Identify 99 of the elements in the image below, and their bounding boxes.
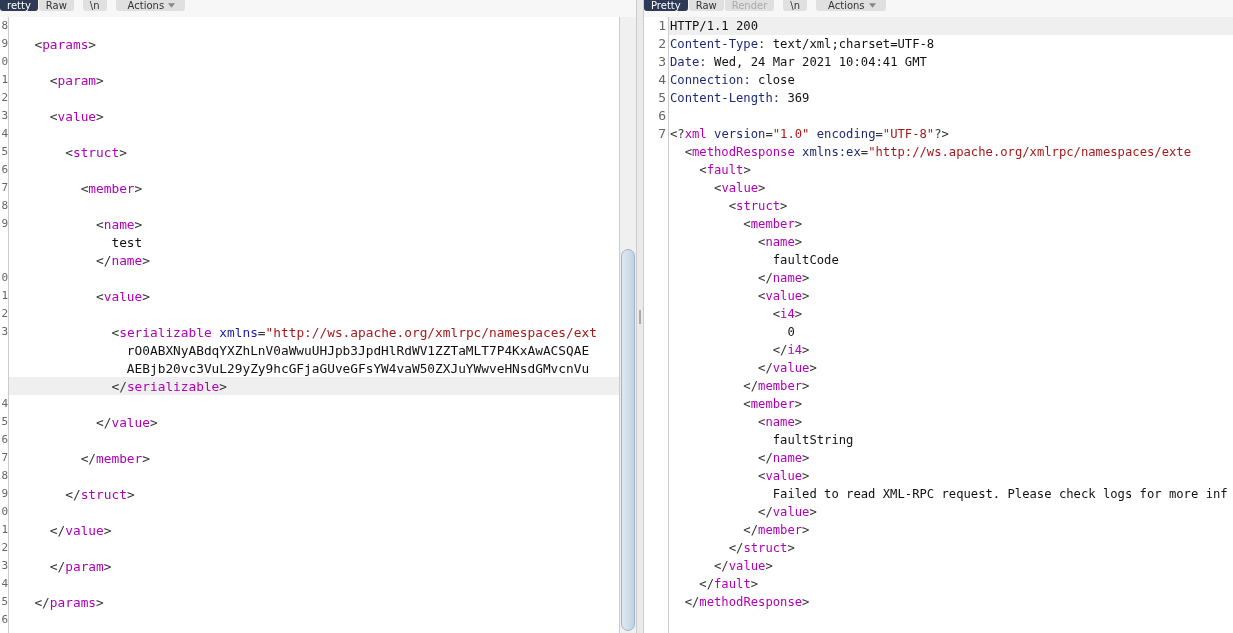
line-number: 8 bbox=[1, 199, 8, 213]
line-number: 5 bbox=[658, 91, 667, 105]
code-line: <params> bbox=[33, 36, 97, 52]
code-line: AEBjb20vc3VuL29yZy9hcGFjaGUveGFsYW4vaW50ZXJuYWwveHNsdGMvcnVu bbox=[125, 360, 590, 376]
code-line: <member> bbox=[742, 396, 803, 412]
line-number: 4 bbox=[658, 73, 667, 87]
code-line: <value> bbox=[713, 180, 766, 196]
code-line: </member> bbox=[742, 378, 810, 394]
line-number: 1 bbox=[1, 289, 8, 303]
line-number: 2 bbox=[1, 541, 8, 555]
line-number: 3 bbox=[1, 559, 8, 573]
code-line: </value> bbox=[757, 504, 817, 520]
line-number: 9 bbox=[1, 217, 8, 231]
line-number: 6 bbox=[1, 163, 8, 177]
code-line: </value> bbox=[757, 360, 817, 376]
code-line: </struct> bbox=[64, 486, 135, 502]
code-line: Content-Length: 369 bbox=[670, 90, 810, 106]
actions-menu-button[interactable]: Actions bbox=[115, 0, 186, 11]
code-line: test bbox=[110, 234, 143, 250]
line-number: 7 bbox=[658, 127, 667, 141]
code-line: </methodResponse> bbox=[683, 594, 810, 610]
code-line: HTTP/1.1 200 bbox=[670, 18, 759, 34]
line-number: 3 bbox=[658, 55, 667, 69]
caret-icon bbox=[168, 3, 176, 8]
code-line: </value> bbox=[95, 414, 158, 430]
line-number: 6 bbox=[1, 433, 8, 447]
code-line: <i4> bbox=[771, 306, 803, 322]
line-number: 1 bbox=[1, 523, 8, 537]
code-line: Connection: close bbox=[670, 72, 795, 88]
code-line: Failed to read XML-RPC request. Please check logs for more inf bbox=[771, 486, 1228, 502]
line-number: 2 bbox=[658, 37, 667, 51]
code-line: <value> bbox=[757, 468, 810, 484]
code-line: <name> bbox=[757, 414, 803, 430]
code-line: <name> bbox=[757, 234, 803, 250]
line-number: 3 bbox=[1, 325, 8, 339]
line-number: 4 bbox=[1, 397, 8, 411]
line-number: 2 bbox=[1, 307, 8, 321]
line-number: 5 bbox=[1, 415, 8, 429]
code-line: faultString bbox=[771, 432, 854, 448]
view-tab[interactable]: retty bbox=[0, 0, 38, 11]
code-line: <fault> bbox=[698, 162, 751, 178]
code-line: </params> bbox=[33, 594, 104, 610]
code-line: </member> bbox=[79, 450, 150, 466]
line-number: 1 bbox=[658, 19, 667, 33]
line-number: 6 bbox=[658, 109, 667, 123]
line-number: 7 bbox=[1, 181, 8, 195]
scrollbar-thumb[interactable] bbox=[621, 249, 635, 631]
code-line: <value> bbox=[95, 288, 150, 304]
code-line: </value> bbox=[713, 558, 773, 574]
line-number: 4 bbox=[1, 127, 8, 141]
line-number: 8 bbox=[1, 469, 8, 483]
code-line: <struct> bbox=[64, 144, 127, 160]
code-line: </value> bbox=[48, 522, 112, 538]
view-tab[interactable]: Raw bbox=[688, 0, 724, 11]
code-line: <value> bbox=[48, 108, 104, 124]
code-line: <struct> bbox=[727, 198, 788, 214]
line-number: 4 bbox=[1, 577, 8, 591]
code-line: <member> bbox=[79, 180, 143, 196]
line-number: 6 bbox=[1, 613, 8, 627]
code-line: </fault> bbox=[698, 576, 759, 592]
code-line: </struct> bbox=[727, 540, 795, 556]
code-line: <serializable xmlns="http://ws.apache.org/xmlrpc/namespaces/ext bbox=[110, 324, 597, 340]
view-tab[interactable]: \n bbox=[783, 0, 808, 11]
line-number: 7 bbox=[1, 451, 8, 465]
code-line: <value> bbox=[757, 288, 810, 304]
code-line: </serializable> bbox=[110, 378, 228, 394]
line-number: 0 bbox=[1, 55, 8, 69]
code-line: 0 bbox=[786, 324, 795, 340]
view-tab[interactable]: Raw bbox=[38, 0, 74, 11]
code-line: <methodResponse xmlns:ex="http://ws.apache.org/xmlrpc/namespaces/exte bbox=[683, 144, 1191, 160]
code-line: <param> bbox=[48, 72, 104, 88]
line-number: 3 bbox=[1, 109, 8, 123]
code-line: Content-Type: text/xml;charset=UTF-8 bbox=[670, 36, 935, 52]
line-number: 9 bbox=[1, 37, 8, 51]
line-number: 2 bbox=[1, 91, 8, 105]
code-line: Date: Wed, 24 Mar 2021 10:04:41 GMT bbox=[670, 54, 927, 70]
code-line: rO0ABXNyABdqYXZhLnV0aWwuUHJpb3JpdHlRdWV1ZZTaMLT7P4KxAwACSQAE bbox=[125, 342, 590, 358]
line-number: 5 bbox=[1, 595, 8, 609]
code-line: </param> bbox=[48, 558, 112, 574]
line-number: 0 bbox=[1, 271, 8, 285]
line-number: 8 bbox=[1, 19, 8, 33]
line-number: 1 bbox=[1, 73, 8, 87]
view-tab[interactable]: \n bbox=[82, 0, 107, 11]
code-line: </name> bbox=[95, 252, 150, 268]
code-line: faultCode bbox=[771, 252, 839, 268]
code-line: <?xml version="1.0" encoding="UTF-8"?> bbox=[670, 126, 949, 142]
code-line: </name> bbox=[757, 450, 810, 466]
caret-icon bbox=[868, 3, 876, 8]
code-line: </member> bbox=[742, 522, 810, 538]
line-number: 9 bbox=[1, 487, 8, 501]
code-line: <member> bbox=[742, 216, 803, 232]
code-line: </name> bbox=[757, 270, 810, 286]
actions-menu-button[interactable]: Actions bbox=[816, 0, 886, 11]
code-line: </i4> bbox=[771, 342, 810, 358]
view-tab[interactable]: Pretty bbox=[644, 0, 688, 11]
code-line: <name> bbox=[95, 216, 143, 232]
splitter-handle[interactable] bbox=[639, 309, 641, 324]
line-number: 5 bbox=[1, 145, 8, 159]
line-number: 0 bbox=[1, 505, 8, 519]
